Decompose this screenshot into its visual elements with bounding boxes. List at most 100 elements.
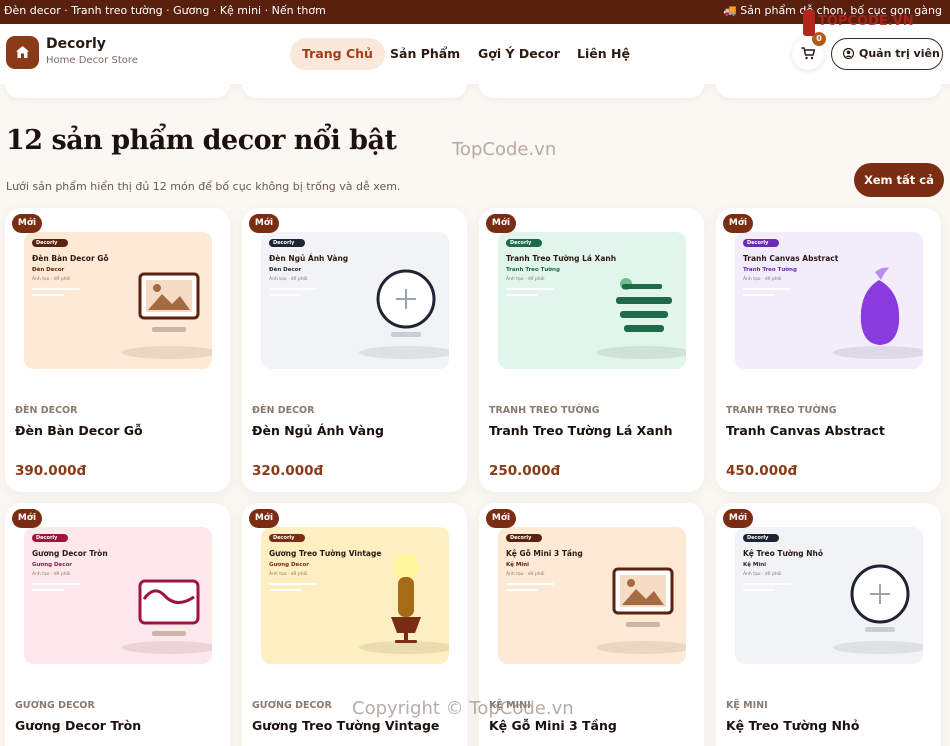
product-category: KỆ MINI: [726, 700, 768, 711]
thumbnail-line: [269, 288, 317, 290]
admin-button[interactable]: Quản trị viên: [831, 38, 943, 70]
product-name[interactable]: Kệ Treo Tường Nhỏ: [726, 718, 859, 733]
thumbnail-line: [32, 294, 64, 296]
product-name[interactable]: Đèn Ngủ Ánh Vàng: [252, 423, 384, 438]
product-name[interactable]: Kệ Gỗ Mini 3 Tầng: [489, 718, 617, 733]
product-thumbnail[interactable]: Decorly Tranh Canvas Abstract Tranh Treo…: [735, 232, 923, 369]
announcement-categories: Đèn decor · Tranh treo tường · Gương · K…: [4, 4, 326, 17]
product-name[interactable]: Tranh Canvas Abstract: [726, 423, 885, 438]
thumbnail-brand-pill: Decorly: [32, 534, 68, 542]
framed-picture-icon: [138, 272, 200, 332]
product-card[interactable]: Decorly Tranh Treo Tường Lá Xanh Tranh T…: [479, 208, 704, 492]
product-card[interactable]: Decorly Kệ Treo Tường Nhỏ Kệ Mini Ảnh tạ…: [716, 503, 941, 746]
product-thumbnail[interactable]: Decorly Kệ Gỗ Mini 3 Tầng Kệ Mini Ảnh tạ…: [498, 527, 686, 664]
thumbnail-note: Ảnh tạo · dễ phối: [743, 277, 782, 282]
nav-products[interactable]: Sản Phẩm: [390, 38, 460, 70]
prev-card-sliver: [716, 84, 941, 98]
thumbnail-category: Kệ Mini: [506, 562, 530, 568]
thumbnail-line: [269, 294, 301, 296]
product-name[interactable]: Gương Decor Tròn: [15, 718, 141, 733]
cart-icon: [801, 47, 815, 60]
product-name[interactable]: Đèn Bàn Decor Gỗ: [15, 423, 143, 438]
purple-vase-icon: [860, 267, 900, 345]
product-card[interactable]: Decorly Gương Decor Tròn Gương Decor Ảnh…: [5, 503, 230, 746]
thumbnail-brand-pill: Decorly: [743, 534, 779, 542]
thumbnail-category: Gương Decor: [32, 562, 73, 568]
thumbnail-title: Đèn Bàn Decor Gỗ: [32, 254, 109, 263]
wave-mirror-icon: [138, 579, 200, 636]
thumbnail-brand-pill: Decorly: [506, 239, 542, 247]
product-name[interactable]: Gương Treo Tường Vintage: [252, 718, 439, 733]
prev-card-sliver: [242, 84, 467, 98]
product-card[interactable]: Decorly Đèn Bàn Decor Gỗ Đèn Decor Ảnh t…: [5, 208, 230, 492]
thumbnail-brand-pill: Decorly: [32, 239, 68, 247]
product-thumbnail[interactable]: Decorly Gương Decor Tròn Gương Decor Ảnh…: [24, 527, 212, 664]
thumbnail-note: Ảnh tạo · dễ phối: [743, 572, 782, 577]
thumbnail-line: [269, 583, 317, 585]
thumbnail-line: [743, 589, 775, 591]
thumbnail-category: Đèn Decor: [32, 267, 65, 273]
product-card[interactable]: Decorly Đèn Ngủ Ánh Vàng Đèn Decor Ảnh t…: [242, 208, 467, 492]
home-logo-icon[interactable]: [6, 36, 39, 69]
product-thumbnail[interactable]: Decorly Kệ Treo Tường Nhỏ Kệ Mini Ảnh tạ…: [735, 527, 923, 664]
round-mirror-icon: [850, 564, 910, 632]
thumbnail-brand-pill: Decorly: [743, 239, 779, 247]
nav-decor-ideas[interactable]: Gợi Ý Decor: [478, 38, 560, 70]
thumbnail-note: Ảnh tạo · dễ phối: [506, 572, 545, 577]
new-badge: Mới: [723, 509, 753, 528]
product-category: TRANH TREO TƯỜNG: [726, 405, 837, 416]
thumbnail-line: [743, 583, 791, 585]
user-icon: [843, 48, 854, 59]
thumbnail-line: [506, 589, 538, 591]
thumbnail-title: Kệ Treo Tường Nhỏ: [743, 549, 824, 558]
new-badge: Mới: [486, 214, 516, 233]
thumbnail-note: Ảnh tạo · dễ phối: [269, 277, 308, 282]
thumbnail-line: [269, 589, 301, 591]
thumbnail-title: Đèn Ngủ Ánh Vàng: [269, 254, 349, 263]
thumbnail-category: Đèn Decor: [269, 267, 302, 273]
brand-name[interactable]: Decorly: [46, 36, 106, 52]
wall-shelf-icon: [616, 278, 672, 332]
thumbnail-title: Tranh Canvas Abstract: [743, 254, 839, 263]
new-badge: Mới: [249, 509, 279, 528]
section-title: 12 sản phẩm decor nổi bật: [6, 125, 397, 156]
product-thumbnail[interactable]: Decorly Đèn Ngủ Ánh Vàng Đèn Decor Ảnh t…: [261, 232, 449, 369]
thumbnail-line: [743, 294, 775, 296]
product-name[interactable]: Tranh Treo Tường Lá Xanh: [489, 423, 672, 438]
product-thumbnail[interactable]: Decorly Gương Treo Tường Vintage Gương D…: [261, 527, 449, 664]
thumbnail-category: Kệ Mini: [743, 562, 767, 568]
thumbnail-note: Ảnh tạo · dễ phối: [269, 572, 308, 577]
thumbnail-line: [506, 583, 554, 585]
new-badge: Mới: [723, 214, 753, 233]
round-mirror-icon: [376, 269, 436, 337]
topcode-logo-mark: [803, 10, 815, 36]
watermark-copyright: Copyright © TopCode.vn: [352, 698, 574, 719]
thumbnail-note: Ảnh tạo · dễ phối: [32, 277, 71, 282]
product-category: TRANH TREO TƯỜNG: [489, 405, 600, 416]
prev-card-sliver: [5, 84, 230, 98]
watermark-center: TopCode.vn: [452, 139, 557, 160]
new-badge: Mới: [486, 509, 516, 528]
truck-icon: 🚚: [723, 4, 741, 17]
product-category: GƯƠNG DECOR: [15, 700, 95, 711]
thumbnail-title: Gương Decor Tròn: [32, 549, 108, 558]
thumbnail-line: [506, 288, 554, 290]
product-thumbnail[interactable]: Decorly Tranh Treo Tường Lá Xanh Tranh T…: [498, 232, 686, 369]
nav-contact[interactable]: Liên Hệ: [577, 38, 630, 70]
product-card[interactable]: Decorly Tranh Canvas Abstract Tranh Treo…: [716, 208, 941, 492]
topcode-logo-text: TOPCODE.VN: [818, 14, 914, 29]
product-thumbnail[interactable]: Decorly Đèn Bàn Decor Gỗ Đèn Decor Ảnh t…: [24, 232, 212, 369]
product-price: 390.000đ: [15, 463, 87, 479]
thumbnail-note: Ảnh tạo · dễ phối: [506, 277, 545, 282]
thumbnail-category: Tranh Treo Tường: [743, 267, 797, 273]
see-all-button[interactable]: Xem tất cả: [854, 163, 944, 197]
product-category: ĐÈN DECOR: [252, 405, 315, 416]
prev-card-sliver: [479, 84, 704, 98]
nav-home[interactable]: Trang Chủ: [290, 38, 385, 70]
thumbnail-title: Kệ Gỗ Mini 3 Tầng: [506, 549, 583, 558]
thumbnail-line: [32, 589, 64, 591]
brand-subtitle: Home Decor Store: [46, 55, 138, 66]
thumbnail-line: [506, 294, 538, 296]
new-badge: Mới: [12, 509, 42, 528]
thumbnail-line: [743, 288, 791, 290]
